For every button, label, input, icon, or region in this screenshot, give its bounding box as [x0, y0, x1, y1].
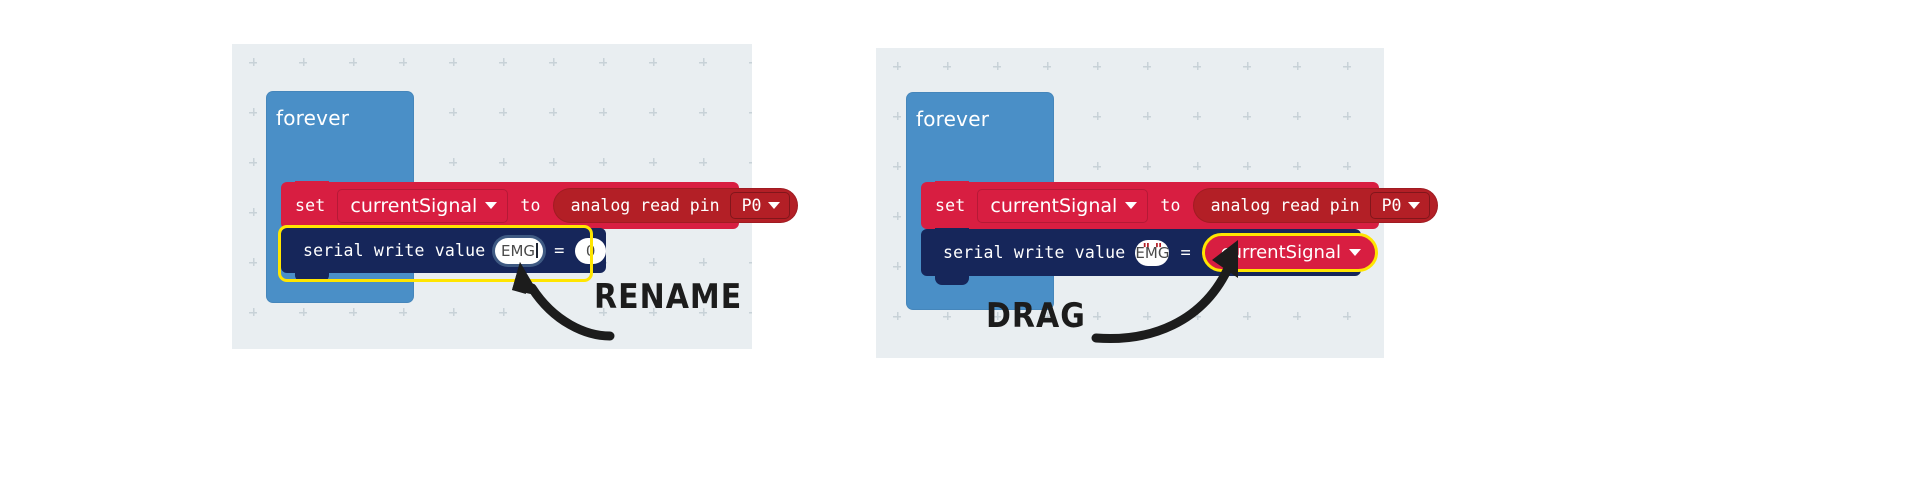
variable-dropdown-label-1: currentSignal — [350, 194, 478, 217]
chevron-down-icon — [1408, 202, 1421, 209]
variable-dropdown-1[interactable]: currentSignal — [337, 188, 509, 223]
blocks-canvas-drag: forever set currentSignal to analog read… — [876, 48, 1439, 358]
pin-dropdown-label-2: P0 — [1381, 196, 1402, 215]
chevron-down-icon — [1125, 202, 1138, 209]
chevron-down-icon — [1348, 249, 1361, 256]
set-connector-2: to — [1160, 196, 1181, 215]
set-connector-1: to — [520, 196, 541, 215]
rename-arrow — [512, 262, 615, 341]
block-notch-bottom — [295, 273, 329, 282]
set-keyword-1: set — [295, 196, 326, 215]
screenshot-stage: forever set currentSignal to analog read… — [0, 0, 1920, 500]
block-notch — [935, 181, 969, 190]
analog-read-pin-block-2[interactable]: analog read pin P0 — [1192, 188, 1439, 223]
drag-annotation-label: DRAG — [986, 296, 1086, 336]
analog-read-pin-block-1[interactable]: analog read pin P0 — [552, 188, 799, 223]
block-notch — [295, 181, 329, 190]
forever-label-2: forever — [916, 107, 990, 131]
block-notch — [295, 227, 329, 236]
analog-read-pin-label-2: analog read pin — [1210, 196, 1360, 215]
set-variable-block-1[interactable]: set currentSignal to analog read pin P0 — [281, 181, 799, 229]
chevron-down-icon — [768, 202, 781, 209]
serial-write-label-1: serial write value — [303, 241, 486, 260]
block-notch — [935, 228, 969, 237]
analog-read-pin-label-1: analog read pin — [570, 196, 720, 215]
pin-dropdown-1[interactable]: P0 — [729, 192, 791, 219]
rename-annotation-label: RENAME — [594, 277, 743, 317]
variable-dropdown-2[interactable]: currentSignal — [977, 188, 1149, 223]
chevron-down-icon — [485, 202, 498, 209]
drag-arrow — [1091, 240, 1238, 344]
forever-label-1: forever — [276, 106, 350, 130]
pin-dropdown-label-1: P0 — [741, 196, 762, 215]
pin-dropdown-2[interactable]: P0 — [1369, 192, 1431, 219]
blocks-canvas-rename: forever set currentSignal to analog read… — [232, 44, 799, 349]
variable-dropdown-label-2: currentSignal — [990, 194, 1118, 217]
block-notch-bottom — [935, 276, 969, 285]
set-keyword-2: set — [935, 196, 966, 215]
set-variable-block-2[interactable]: set currentSignal to analog read pin P0 — [921, 181, 1439, 229]
